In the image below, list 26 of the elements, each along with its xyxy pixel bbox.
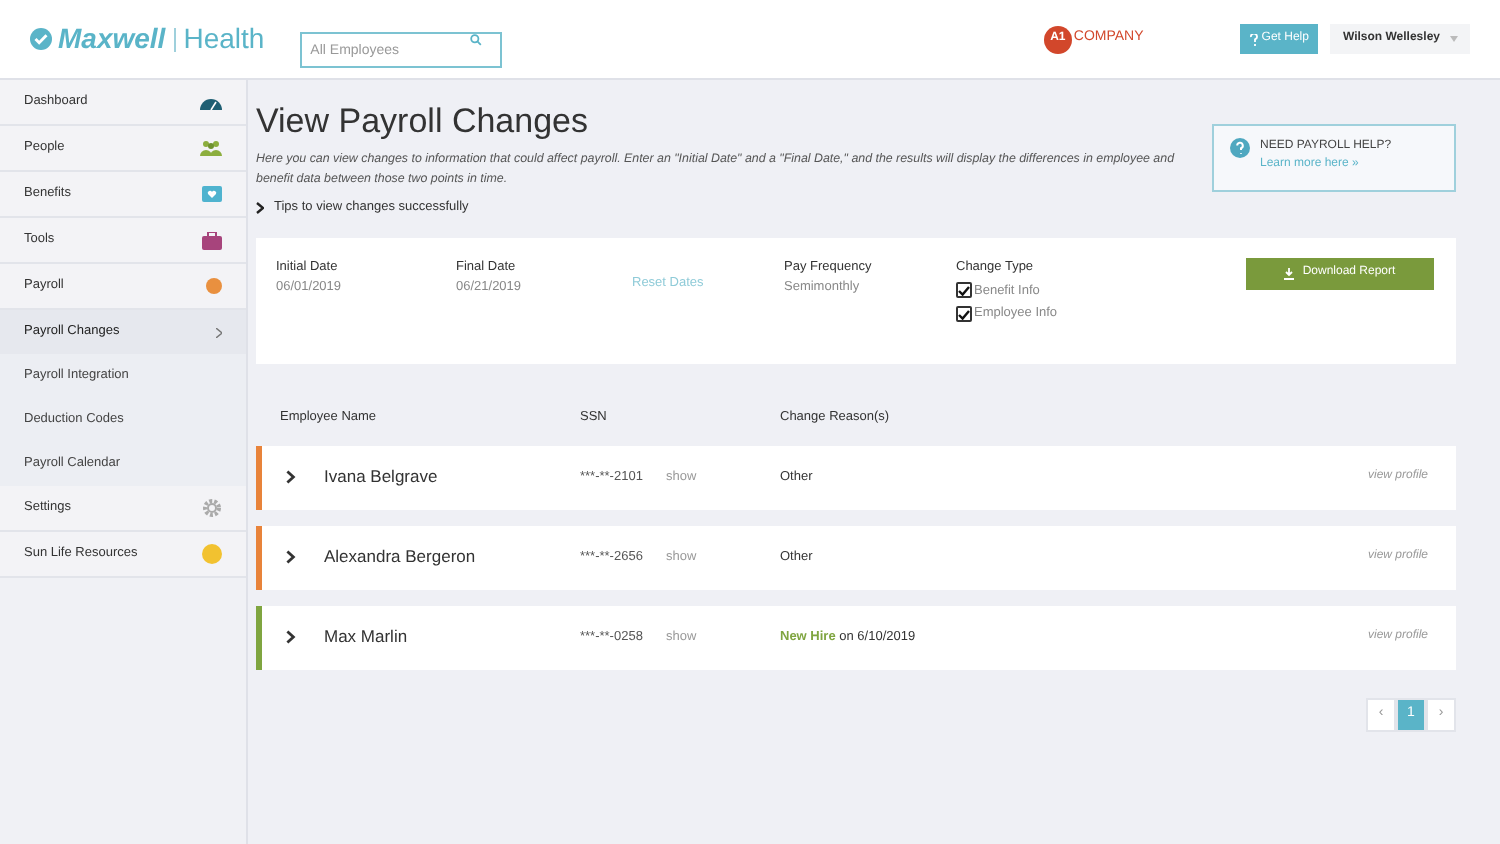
page-title: View Payroll Changes <box>256 100 590 144</box>
brand-name: Maxwell <box>58 20 166 58</box>
employee-name: Max Marlin <box>324 624 410 651</box>
alert-dot-icon <box>206 278 222 294</box>
gear-icon <box>202 498 222 518</box>
chevron-icon <box>216 327 222 337</box>
question-icon <box>1249 33 1258 45</box>
caret-icon <box>1450 36 1458 42</box>
briefcase-icon <box>202 231 222 249</box>
checkbox[interactable] <box>956 306 972 323</box>
brand-name: Health <box>183 20 265 58</box>
expand-chevron-icon[interactable] <box>286 630 296 645</box>
download-icon <box>1284 267 1295 280</box>
employee-name: Alexandra Bergeron <box>324 544 478 571</box>
expand-chevron-icon[interactable] <box>286 470 296 485</box>
people-icon <box>200 140 222 156</box>
heart-card-icon <box>202 186 222 202</box>
sun-icon <box>202 544 222 564</box>
logo-icon <box>30 28 52 50</box>
question-icon <box>1230 138 1250 158</box>
gauge-icon <box>200 95 222 109</box>
search-icon <box>470 33 483 45</box>
chevron-icon <box>256 201 264 214</box>
checkbox[interactable] <box>956 282 972 299</box>
expand-chevron-icon[interactable] <box>286 550 296 565</box>
employee-name: Ivana Belgrave <box>324 464 440 491</box>
